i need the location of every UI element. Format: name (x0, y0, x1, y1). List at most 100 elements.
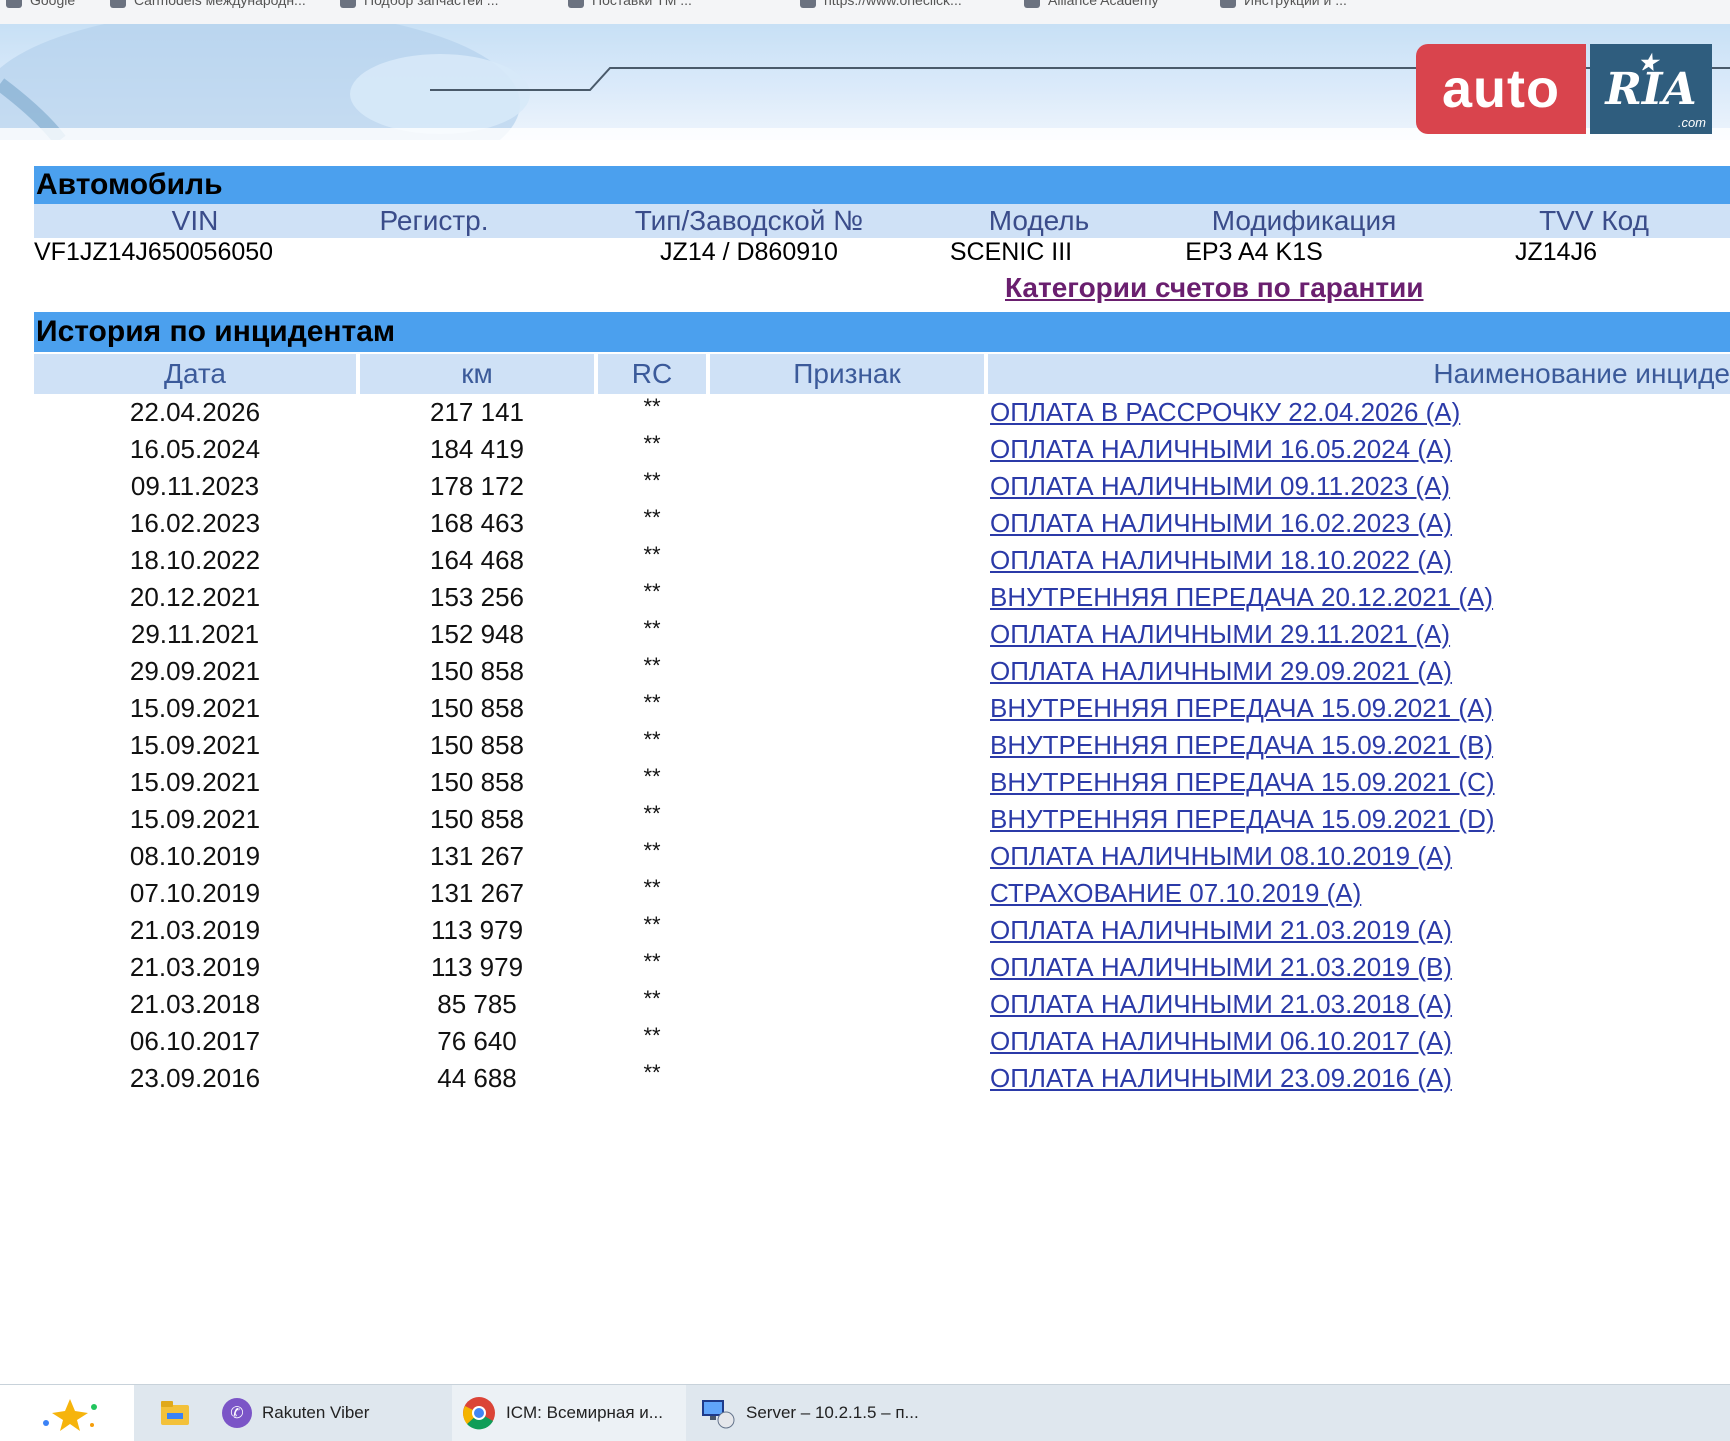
sparkle-icon (43, 1399, 97, 1431)
incident-rc: ** (643, 949, 661, 974)
taskbar-viber[interactable]: ✆ Rakuten Viber (222, 1385, 452, 1441)
incident-flag (710, 690, 984, 727)
taskbar: ✆ Rakuten Viber ICM: Всемирная и... Serv… (0, 1384, 1730, 1441)
incident-name-link[interactable]: ВНУТРЕННЯЯ ПЕРЕДАЧА 15.09.2021 (B) (990, 727, 1493, 764)
incident-name-link[interactable]: ВНУТРЕННЯЯ ПЕРЕДАЧА 15.09.2021 (D) (990, 801, 1495, 838)
incident-rc: ** (643, 1023, 661, 1048)
warranty-categories-link[interactable]: Категории счетов по гарантии (1005, 272, 1424, 304)
incident-name-link[interactable]: ОПЛАТА НАЛИЧНЫМИ 09.11.2023 (A) (990, 468, 1450, 505)
incident-km: 184 419 (430, 434, 524, 464)
incident-km: 44 688 (437, 1063, 517, 1093)
incident-date: 21.03.2019 (129, 952, 261, 982)
incident-rc: ** (643, 912, 661, 937)
bookmark-item[interactable]: Carmodels международн... (110, 0, 306, 10)
incident-date: 15.09.2021 (129, 730, 261, 760)
incident-flag (710, 468, 984, 505)
incident-flag (710, 505, 984, 542)
bookmarks-bar: Google Carmodels международн... Подбор з… (0, 0, 1730, 24)
incident-name-link[interactable]: ОПЛАТА НАЛИЧНЫМИ 29.11.2021 (A) (990, 616, 1450, 653)
table-row: 15.09.2021 150 858 ** ВНУТРЕННЯЯ ПЕРЕДАЧА 1… (34, 727, 1730, 764)
taskbar-chrome[interactable]: ICM: Всемирная и... (452, 1385, 686, 1441)
incident-name-link[interactable]: ОПЛАТА НАЛИЧНЫМИ 18.10.2022 (A) (990, 542, 1452, 579)
column-header-flag: Признак (710, 354, 984, 394)
incident-name-link[interactable]: ОПЛАТА НАЛИЧНЫМИ 21.03.2018 (A) (990, 986, 1452, 1023)
incidents-column-header-row: Дата км RC Признак Наименование инциде (34, 354, 1730, 394)
bookmark-item[interactable]: Alliance Academy (1024, 0, 1159, 10)
bookmark-item[interactable]: https://www.oneclick... (800, 0, 962, 10)
incident-date: 15.09.2021 (129, 767, 261, 797)
incident-rc: ** (643, 727, 661, 752)
table-row: 18.10.2022 164 468 ** ОПЛАТА НАЛИЧНЫМИ 18.1… (34, 542, 1730, 579)
taskbar-file-explorer[interactable] (150, 1385, 200, 1441)
table-row: 15.09.2021 150 858 ** ВНУТРЕННЯЯ ПЕРЕДАЧА 1… (34, 764, 1730, 801)
incident-name-link[interactable]: ОПЛАТА НАЛИЧНЫМИ 08.10.2019 (A) (990, 838, 1452, 875)
page-icon (800, 0, 816, 8)
incident-name-link[interactable]: ВНУТРЕННЯЯ ПЕРЕДАЧА 15.09.2021 (C) (990, 764, 1495, 801)
table-row: 21.03.2018 85 785 ** ОПЛАТА НАЛИЧНЫМИ 21.03… (34, 986, 1730, 1023)
viber-icon: ✆ (222, 1398, 252, 1428)
incident-date: 09.11.2023 (130, 471, 260, 501)
incident-date: 29.09.2021 (129, 656, 261, 686)
column-header-registration: Регистр. (379, 205, 489, 236)
table-row: 15.09.2021 150 858 ** ВНУТРЕННЯЯ ПЕРЕДАЧА 1… (34, 690, 1730, 727)
table-row: 09.11.2023 178 172 ** ОПЛАТА НАЛИЧНЫМИ 09.1… (34, 468, 1730, 505)
table-row: 29.09.2021 150 858 ** ОПЛАТА НАЛИЧНЫМИ 29.0… (34, 653, 1730, 690)
vehicle-tvv-code: JZ14J6 (1515, 238, 1597, 266)
incident-name-link[interactable]: ОПЛАТА НАЛИЧНЫМИ 21.03.2019 (A) (990, 912, 1452, 949)
incident-flag (710, 394, 984, 431)
incident-flag (710, 1023, 984, 1060)
taskbar-sparkle-button[interactable] (0, 1385, 134, 1441)
incident-name-link[interactable]: ОПЛАТА НАЛИЧНЫМИ 16.02.2023 (A) (990, 505, 1452, 542)
logo-com-text: .com (1677, 115, 1706, 130)
vehicle-model: SCENIC III (949, 238, 1073, 266)
bookmark-item[interactable]: Google (6, 0, 75, 10)
incident-rc: ** (643, 579, 661, 604)
incident-name-link[interactable]: ОПЛАТА НАЛИЧНЫМИ 06.10.2017 (A) (990, 1023, 1452, 1060)
taskbar-remote-desktop-label: Server – 10.2.1.5 – п... (746, 1403, 919, 1422)
incident-date: 21.03.2018 (129, 989, 261, 1019)
vehicle-section-title: Автомобиль (34, 166, 1730, 204)
incident-km: 150 858 (430, 730, 524, 760)
incident-km: 152 948 (430, 619, 524, 649)
incident-km: 217 141 (430, 397, 524, 427)
column-header-modification: Модификация (1211, 205, 1397, 236)
incident-date: 15.09.2021 (129, 693, 261, 723)
logo-auto-text: auto (1416, 44, 1586, 134)
incident-name-link[interactable]: ОПЛАТА НАЛИЧНЫМИ 16.05.2024 (A) (990, 431, 1452, 468)
taskbar-remote-desktop[interactable]: Server – 10.2.1.5 – п... (700, 1385, 940, 1441)
incident-km: 85 785 (437, 989, 517, 1019)
bookmark-item[interactable]: Подбор запчастей ... (340, 0, 498, 10)
incident-rc: ** (643, 764, 661, 789)
incident-name-link[interactable]: ОПЛАТА В РАССРОЧКУ 22.04.2026 (A) (990, 394, 1460, 431)
incident-date: 21.03.2019 (129, 915, 261, 945)
incident-flag (710, 801, 984, 838)
table-row: 15.09.2021 150 858 ** ВНУТРЕННЯЯ ПЕРЕДАЧА 1… (34, 801, 1730, 838)
incident-name-link[interactable]: ОПЛАТА НАЛИЧНЫМИ 21.03.2019 (B) (990, 949, 1452, 986)
incident-name-link[interactable]: ОПЛАТА НАЛИЧНЫМИ 23.09.2016 (A) (990, 1060, 1452, 1097)
incident-km: 131 267 (430, 878, 524, 908)
incident-flag (710, 653, 984, 690)
vehicle-column-header-row: VIN Регистр. Тип/Заводской № Модель Моди… (34, 204, 1730, 238)
chrome-icon (463, 1397, 495, 1430)
incident-flag (710, 542, 984, 579)
table-row: 21.03.2019 113 979 ** ОПЛАТА НАЛИЧНЫМИ 21.0… (34, 949, 1730, 986)
taskbar-chrome-label: ICM: Всемирная и... (506, 1403, 663, 1422)
incident-name-link[interactable]: ОПЛАТА НАЛИЧНЫМИ 29.09.2021 (A) (990, 653, 1452, 690)
incident-date: 22.04.2026 (129, 397, 261, 427)
incident-name-link[interactable]: ВНУТРЕННЯЯ ПЕРЕДАЧА 15.09.2021 (A) (990, 690, 1493, 727)
column-header-km: км (360, 354, 594, 394)
bookmark-item[interactable]: Поставки ТМ ... (568, 0, 692, 10)
column-header-vin: VIN (171, 205, 219, 236)
incident-name-link[interactable]: ВНУТРЕННЯЯ ПЕРЕДАЧА 20.12.2021 (A) (990, 579, 1493, 616)
incident-km: 113 979 (430, 915, 524, 945)
incident-flag (710, 579, 984, 616)
incident-km: 168 463 (430, 508, 524, 538)
column-header-date: Дата (34, 354, 356, 394)
incident-name-link[interactable]: СТРАХОВАНИЕ 07.10.2019 (A) (990, 875, 1361, 912)
incident-date: 18.10.2022 (129, 545, 261, 575)
incident-km: 178 172 (430, 471, 524, 501)
table-row: 08.10.2019 131 267 ** ОПЛАТА НАЛИЧНЫМИ 08.1… (34, 838, 1730, 875)
vehicle-type-serial: JZ14 / D860910 (660, 238, 838, 266)
bookmark-item[interactable]: Инструкции и ... (1220, 0, 1347, 10)
table-row: 07.10.2019 131 267 ** СТРАХОВАНИЕ 07.10.201… (34, 875, 1730, 912)
